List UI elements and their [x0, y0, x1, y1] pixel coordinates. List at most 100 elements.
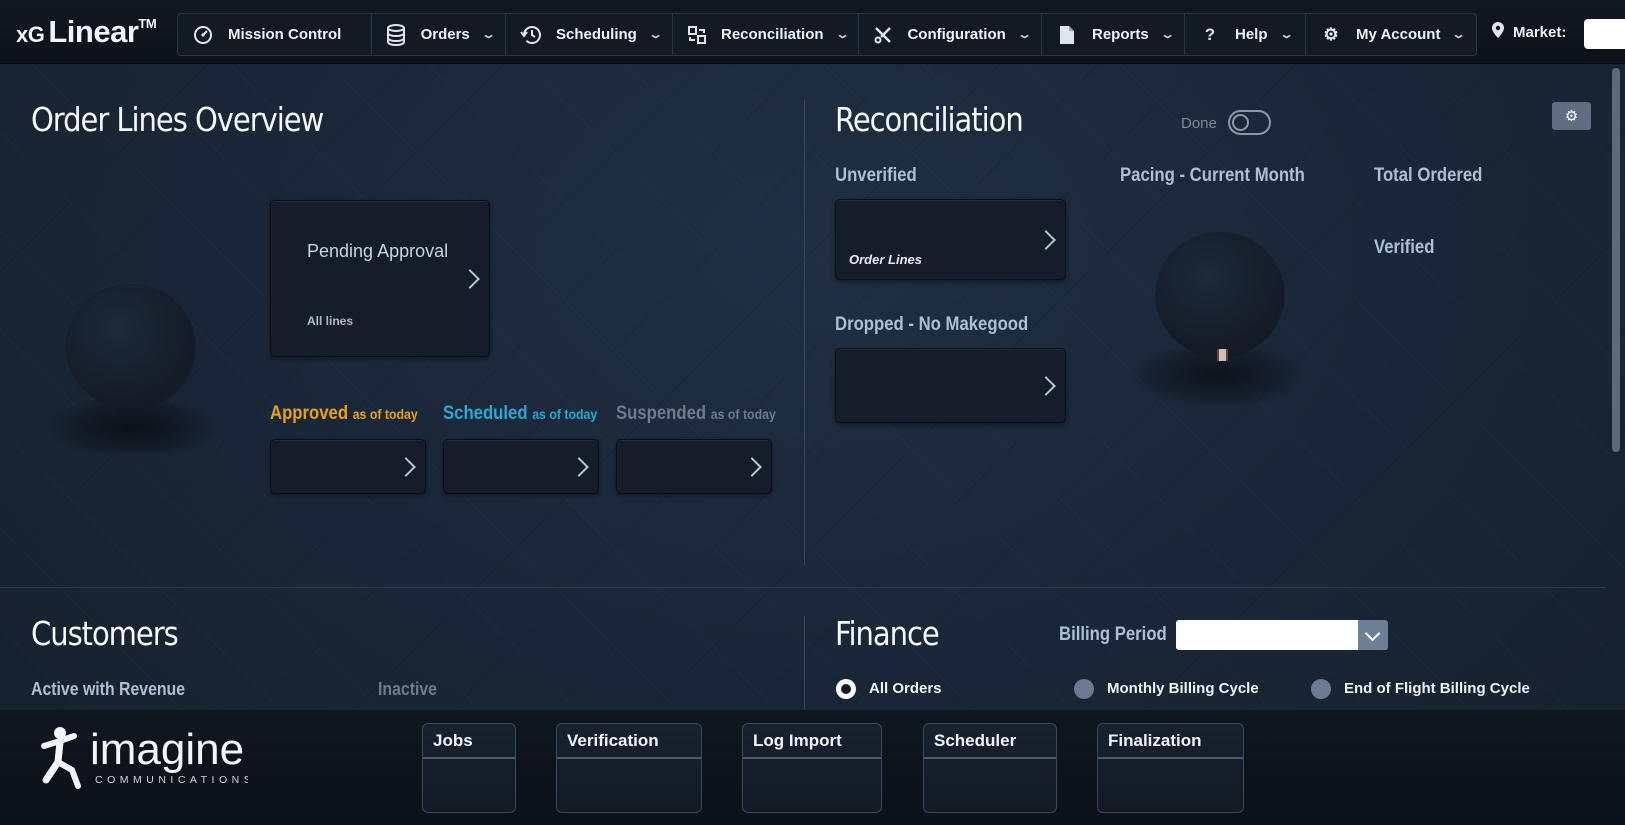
nav-label: Orders: [420, 26, 470, 43]
reconcile-icon: [687, 24, 707, 46]
unverified-order-lines-card[interactable]: Order Lines: [835, 199, 1066, 280]
verification-tile[interactable]: Verification: [556, 723, 702, 813]
pacing-label: Pacing - Current Month: [1120, 165, 1305, 186]
verified-label: Verified: [1374, 237, 1435, 258]
suspended-label: Suspended as of today: [616, 403, 776, 425]
nav-reports[interactable]: Reports ⌄: [1042, 14, 1185, 55]
nav-my-account[interactable]: ⚙ My Account ⌄: [1306, 14, 1476, 55]
market-input[interactable]: [1584, 19, 1625, 49]
chevron-down-icon: ⌄: [648, 29, 663, 41]
radio-all-orders[interactable]: [836, 679, 856, 699]
chevron-down-icon: ⌄: [1278, 29, 1294, 41]
logo-subtext: COMMUNICATIONS: [95, 774, 248, 786]
unverified-card-label: Order Lines: [849, 252, 922, 267]
market-label: Market:: [1513, 23, 1567, 41]
active-with-revenue-label: Active with Revenue: [31, 679, 186, 699]
chevron-right-icon: [1036, 229, 1056, 250]
nav-help[interactable]: ? Help ⌄: [1185, 14, 1306, 55]
approved-text: Approved: [270, 403, 349, 424]
dropped-label: Dropped - No Makegood: [835, 314, 1029, 335]
all-orders-label: All Orders: [869, 680, 942, 697]
nav-reconciliation[interactable]: Reconciliation ⌄: [673, 14, 859, 55]
nav-label: Reports: [1092, 26, 1149, 43]
main-menu: Mission Control Orders ⌄ Scheduling ⌄ Re…: [177, 13, 1477, 56]
scheduled-text: Scheduled: [443, 403, 528, 424]
app-brand[interactable]: xG LinearTM: [16, 14, 157, 50]
order-lines-donut-chart: [67, 285, 195, 409]
database-icon: [386, 23, 407, 46]
total-ordered-label: Total Ordered: [1374, 165, 1483, 186]
pending-approval-title: Pending Approval: [307, 241, 449, 261]
market-selector: Market:: [1492, 22, 1566, 42]
pacing-marker: [1217, 349, 1228, 361]
scheduled-suffix: as of today: [532, 406, 598, 422]
finalization-tile[interactable]: Finalization: [1097, 723, 1244, 813]
tile-title: Jobs: [423, 724, 515, 759]
history-icon: [520, 24, 542, 46]
chevron-right-icon: [460, 268, 480, 289]
order-lines-title: Order Lines Overview: [31, 100, 324, 139]
radio-monthly-billing-cycle[interactable]: [1074, 679, 1094, 699]
map-pin-icon: [1492, 22, 1504, 42]
vertical-scrollbar[interactable]: [1612, 68, 1620, 452]
chevron-right-icon: [742, 456, 762, 477]
pacing-donut-chart: [1156, 233, 1284, 357]
nav-label: Help: [1235, 26, 1268, 43]
vertical-divider: [804, 100, 805, 565]
brand-trademark: TM: [138, 16, 157, 31]
suspended-text: Suspended: [616, 403, 707, 424]
gear-icon: ⚙: [1323, 24, 1339, 44]
scheduler-tile[interactable]: Scheduler: [923, 723, 1057, 813]
gear-icon: ⚙: [1564, 108, 1579, 125]
pending-approval-card[interactable]: Pending Approval All lines: [270, 200, 490, 357]
nav-label: Reconciliation: [721, 26, 824, 43]
vertical-divider: [804, 616, 805, 710]
nav-label: Mission Control: [228, 26, 342, 43]
approved-card[interactable]: [270, 439, 426, 494]
reconciliation-title: Reconciliation: [835, 100, 1024, 139]
customers-title: Customers: [31, 614, 179, 653]
pending-approval-sub: All lines: [307, 314, 354, 328]
nav-configuration[interactable]: Configuration ⌄: [859, 14, 1042, 55]
chevron-down-icon: ⌄: [834, 29, 850, 41]
nav-label: My Account: [1356, 26, 1441, 43]
imagine-communications-logo: imagine COMMUNICATIONS: [38, 724, 251, 790]
billing-period-input[interactable]: [1176, 620, 1358, 650]
billing-period-label: Billing Period: [1059, 624, 1167, 645]
chevron-right-icon: [1036, 375, 1056, 396]
suspended-suffix: as of today: [710, 406, 776, 422]
approved-label: Approved as of today: [270, 403, 418, 425]
nav-label: Configuration: [907, 26, 1006, 43]
logo-text: imagine: [90, 725, 244, 774]
done-label: Done: [1181, 115, 1217, 132]
toggle-knob: [1232, 114, 1249, 131]
tools-icon: [873, 24, 893, 46]
chevron-down-icon: ⌄: [1017, 29, 1032, 41]
log-import-tile[interactable]: Log Import: [742, 723, 882, 813]
scheduled-card[interactable]: [443, 439, 599, 494]
jobs-tile[interactable]: Jobs: [422, 723, 516, 813]
radio-end-of-flight-billing-cycle[interactable]: [1311, 679, 1331, 699]
nav-scheduling[interactable]: Scheduling ⌄: [506, 14, 673, 55]
settings-button[interactable]: ⚙: [1552, 102, 1591, 130]
unverified-label: Unverified: [835, 165, 917, 186]
tile-title: Verification: [557, 724, 701, 759]
billing-period-dropdown-button[interactable]: [1358, 620, 1388, 650]
tile-title: Scheduler: [924, 724, 1056, 759]
approved-suffix: as of today: [352, 406, 418, 422]
done-toggle[interactable]: [1228, 110, 1271, 135]
suspended-card[interactable]: [616, 439, 772, 494]
nav-orders[interactable]: Orders ⌄: [372, 14, 506, 55]
chevron-down-icon: ⌄: [1159, 29, 1175, 41]
end-of-flight-billing-cycle-label: End of Flight Billing Cycle: [1344, 680, 1530, 697]
tile-title: Finalization: [1098, 724, 1243, 759]
dashboard-icon: [192, 24, 214, 46]
top-navigation-bar: xG LinearTM Mission Control Orders ⌄ Sche…: [0, 0, 1625, 64]
chevron-down-icon: ⌄: [481, 29, 496, 41]
inactive-label: Inactive: [378, 679, 438, 699]
dropped-card[interactable]: [835, 348, 1066, 423]
brand-name: Linear: [48, 14, 139, 49]
brand-prefix: xG: [16, 22, 45, 47]
finance-title: Finance: [835, 614, 940, 653]
nav-mission-control[interactable]: Mission Control: [178, 14, 372, 55]
